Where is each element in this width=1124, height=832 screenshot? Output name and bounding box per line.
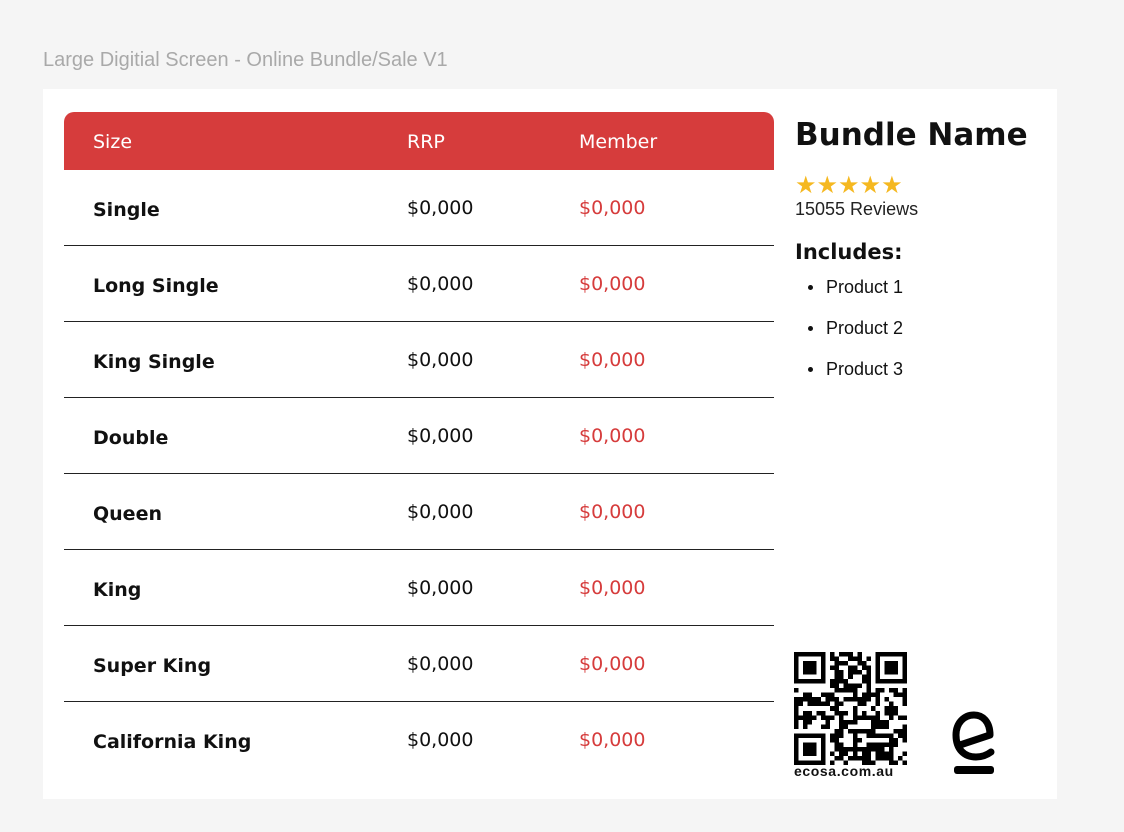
price-table: Size RRP Member Single $0,000 $0,000 Long S… [64,112,774,777]
ecosa-logo-icon [952,711,995,774]
bundle-card: Size RRP Member Single $0,000 $0,000 Long S… [43,89,1057,799]
website-label: ecosa.com.au [794,763,894,779]
product-item: Product 2 [795,317,1045,339]
member-price: $0,000 [579,501,646,523]
member-price: $0,000 [579,273,646,295]
rrp-price: $0,000 [407,501,474,523]
rrp-price: $0,000 [407,425,474,447]
size-cell: Single [93,199,160,221]
bundle-info: Bundle Name ★★★★★ 15055 Reviews Includes… [795,115,1045,399]
rrp-price: $0,000 [407,653,474,675]
size-cell: California King [93,731,252,753]
frame-label: Large Digitial Screen - Online Bundle/Sa… [43,49,448,71]
qr-code-icon[interactable] [794,652,907,765]
member-price: $0,000 [579,197,646,219]
price-table-header: Size RRP Member [64,112,774,170]
header-size: Size [93,131,133,153]
star-rating: ★★★★★ [795,171,903,199]
price-table-body: Single $0,000 $0,000 Long Single $0,000 $0,00… [64,170,774,777]
review-count: 15055 Reviews [795,199,919,219]
member-price: $0,000 [579,349,646,371]
rrp-price: $0,000 [407,273,474,295]
member-price: $0,000 [579,729,646,751]
table-row: King $0,000 $0,000 [64,550,774,626]
rrp-price: $0,000 [407,349,474,371]
table-row: Long Single $0,000 $0,000 [64,246,774,322]
table-row: Super King $0,000 $0,000 [64,626,774,702]
table-row: Queen $0,000 $0,000 [64,474,774,550]
size-cell: King Single [93,351,215,373]
product-list: Product 1 Product 2 Product 3 [795,276,1045,380]
bundle-name: Bundle Name [795,117,1028,153]
product-item: Product 1 [795,276,1045,298]
size-cell: Long Single [93,275,219,297]
size-cell: King [93,579,142,601]
header-member: Member [579,131,658,153]
table-row: Double $0,000 $0,000 [64,398,774,474]
size-cell: Queen [93,503,162,525]
rrp-price: $0,000 [407,577,474,599]
includes-heading: Includes: [795,240,903,264]
table-row: California King $0,000 $0,000 [64,702,774,777]
member-price: $0,000 [579,577,646,599]
member-price: $0,000 [579,425,646,447]
table-row: King Single $0,000 $0,000 [64,322,774,398]
size-cell: Super King [93,655,212,677]
member-price: $0,000 [579,653,646,675]
table-row: Single $0,000 $0,000 [64,170,774,246]
header-rrp: RRP [407,131,445,153]
rrp-price: $0,000 [407,197,474,219]
size-cell: Double [93,427,169,449]
rrp-price: $0,000 [407,729,474,751]
product-item: Product 3 [795,358,1045,380]
